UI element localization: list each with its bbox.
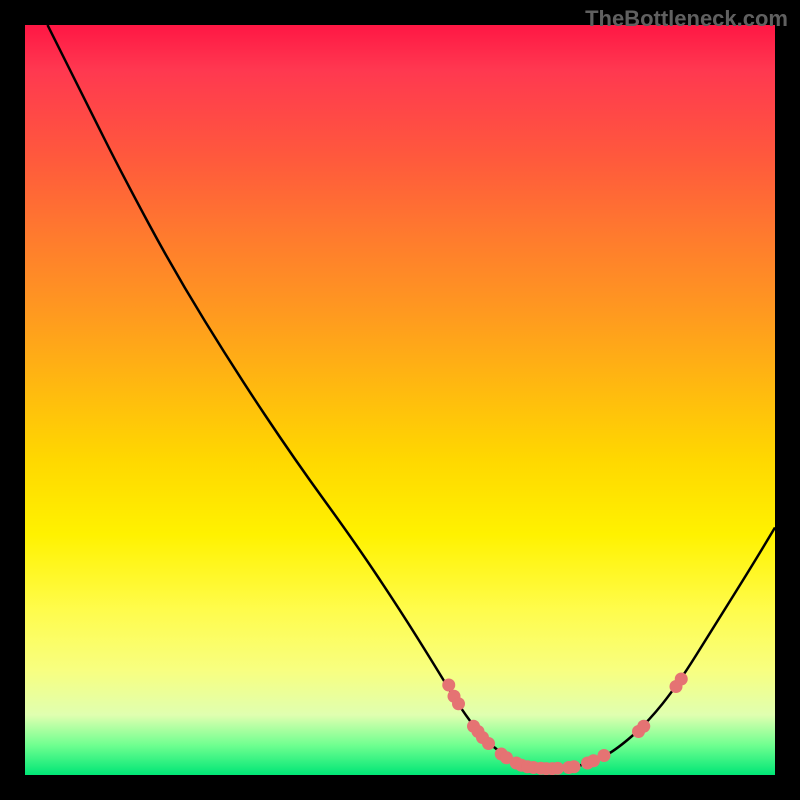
data-marker bbox=[551, 762, 564, 775]
data-marker bbox=[482, 737, 495, 750]
data-marker bbox=[598, 749, 611, 762]
watermark-text: TheBottleneck.com bbox=[585, 6, 788, 32]
data-marker bbox=[675, 673, 688, 686]
data-marker bbox=[442, 679, 455, 692]
chart-container bbox=[25, 25, 775, 775]
data-marker bbox=[452, 697, 465, 710]
data-marker bbox=[568, 760, 581, 773]
chart-svg bbox=[25, 25, 775, 775]
data-marker bbox=[637, 720, 650, 733]
bottleneck-curve-line bbox=[48, 25, 776, 769]
data-markers-group bbox=[442, 673, 688, 776]
